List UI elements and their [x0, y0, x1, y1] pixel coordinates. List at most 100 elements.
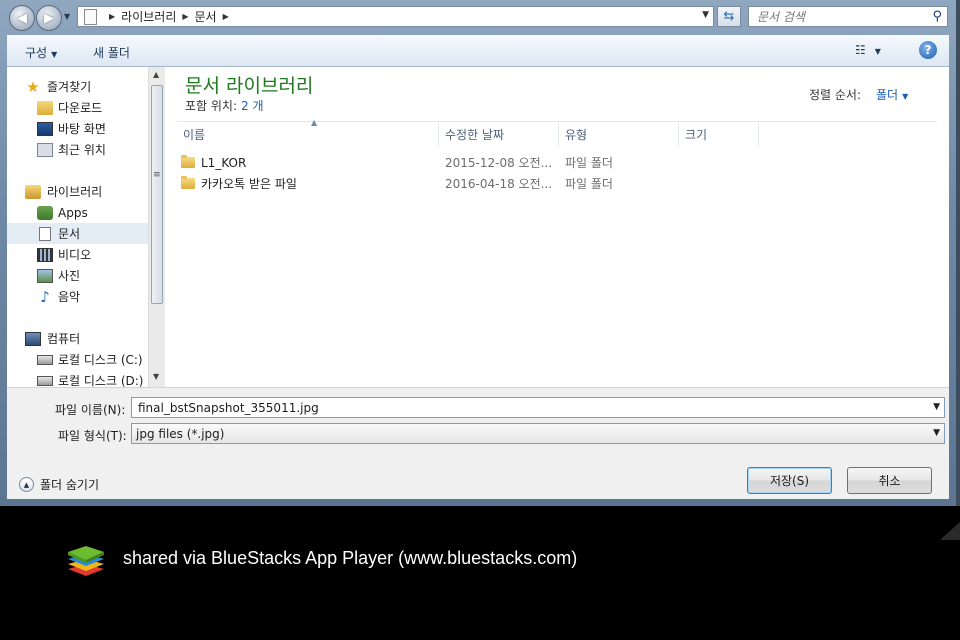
help-button[interactable]: ? — [919, 41, 937, 59]
history-dropdown-icon[interactable]: ▼ — [64, 12, 70, 21]
nav-item-documents[interactable]: 문서 — [7, 223, 148, 244]
music-icon: ♪ — [40, 287, 50, 306]
sort-dropdown[interactable]: 폴더 ▼ — [876, 86, 908, 103]
arrow-right-icon: ▶ — [44, 10, 54, 26]
nav-item-label: Apps — [58, 205, 88, 220]
recent-places-icon — [37, 142, 53, 157]
download-folder-icon — [37, 100, 53, 115]
document-icon — [84, 8, 97, 25]
search-icon[interactable]: ⚲ — [932, 9, 942, 24]
view-list-icon: ☷ — [855, 43, 866, 57]
caret-down-icon: ▼ — [874, 47, 881, 56]
filetype-select[interactable]: jpg files (*.jpg) ▼ — [131, 423, 945, 444]
save-button[interactable]: 저장(S) — [747, 467, 832, 494]
nav-computer-label: 컴퓨터 — [47, 332, 81, 346]
library-icon — [25, 184, 41, 199]
share-caption: shared via BlueStacks App Player (www.bl… — [123, 548, 578, 568]
nav-item-label: 로컬 디스크 (D:) — [58, 374, 144, 387]
help-icon: ? — [924, 43, 932, 57]
chevron-right-icon[interactable]: ▶ — [109, 12, 115, 21]
refresh-icon: ⇆ — [723, 9, 735, 24]
nav-item-label: 바탕 화면 — [58, 122, 106, 136]
library-title: 문서 라이브러리 — [185, 75, 314, 97]
column-size[interactable]: 크기 — [679, 122, 759, 146]
computer-icon — [25, 331, 41, 346]
address-bar[interactable]: ▶ 라이브러리 ▶ 문서 ▶ ▼ — [77, 6, 714, 27]
breadcrumb-documents[interactable]: 문서 — [195, 8, 217, 25]
disk-icon — [37, 375, 53, 386]
nav-item-desktop[interactable]: 바탕 화면 — [7, 118, 148, 139]
nav-favorites[interactable]: ★ 즐겨찾기 — [25, 76, 148, 97]
sort-label: 정렬 순서: — [809, 88, 862, 102]
nav-scrollbar[interactable]: ▲ ≡ ▼ — [148, 67, 165, 387]
includes-link[interactable]: 2 개 — [241, 99, 264, 113]
file-row[interactable]: 카카오톡 받은 파일 2016-04-18 오전... 파일 폴더 — [177, 173, 937, 194]
nav-item-pictures[interactable]: 사진 — [7, 265, 148, 286]
nav-item-apps[interactable]: Apps — [7, 202, 148, 223]
search-input[interactable] — [755, 8, 929, 25]
organize-label: 구성 — [25, 46, 48, 60]
command-toolbar: 구성 ▼ 새 폴더 ☷ ▼ ? — [7, 35, 949, 67]
nav-computer[interactable]: 컴퓨터 — [25, 328, 148, 349]
change-view-button[interactable]: ☷ ▼ — [855, 43, 881, 57]
save-form: 파일 이름(N): ▼ 파일 형식(T): jpg files (*.jpg) … — [7, 387, 949, 499]
column-modified[interactable]: 수정한 날짜 — [439, 122, 559, 146]
file-type: 파일 폴더 — [565, 156, 613, 170]
filename-input[interactable] — [136, 399, 920, 416]
nav-item-video[interactable]: 비디오 — [7, 244, 148, 265]
chevron-right-icon[interactable]: ▶ — [223, 12, 229, 21]
scroll-up-icon[interactable]: ▲ — [153, 70, 159, 79]
chevron-down-icon[interactable]: ▼ — [933, 428, 940, 438]
chevron-right-icon[interactable]: ▶ — [182, 12, 188, 21]
new-folder-button[interactable]: 새 폴더 — [93, 44, 130, 61]
nav-item-label: 다운로드 — [58, 101, 103, 115]
grip-icon: ≡ — [153, 170, 161, 180]
search-box[interactable]: ⚲ — [748, 6, 948, 27]
chevron-down-icon[interactable]: ▼ — [933, 402, 940, 412]
file-name: 카카오톡 받은 파일 — [201, 177, 297, 191]
filename-label: 파일 이름(N): — [55, 403, 126, 417]
nav-item-label: 로컬 디스크 (C:) — [58, 353, 143, 367]
nav-item-drive-c[interactable]: 로컬 디스크 (C:) — [7, 349, 148, 370]
address-dropdown-icon[interactable]: ▼ — [702, 10, 709, 20]
column-type[interactable]: 유형 — [559, 122, 679, 146]
back-button[interactable]: ◀ — [9, 5, 35, 31]
column-name[interactable]: 이름 — [177, 122, 439, 146]
organize-button[interactable]: 구성 ▼ — [25, 44, 57, 61]
file-name-cell[interactable]: L1_KOR — [177, 152, 246, 173]
nav-item-label: 음악 — [58, 290, 81, 304]
folder-icon — [181, 155, 195, 168]
nav-item-label: 사진 — [58, 269, 81, 283]
file-name-cell[interactable]: 카카오톡 받은 파일 — [177, 173, 297, 194]
bluestacks-logo-icon — [68, 546, 104, 576]
filetype-value: jpg files (*.jpg) — [136, 426, 225, 441]
forward-button[interactable]: ▶ — [36, 5, 62, 31]
hide-folders-toggle[interactable]: ▲ 폴더 숨기기 — [19, 476, 99, 493]
desktop-icon — [37, 121, 53, 136]
apps-icon — [37, 205, 53, 220]
resize-grip-icon[interactable] — [940, 522, 960, 540]
scroll-down-icon[interactable]: ▼ — [153, 372, 159, 381]
caret-down-icon: ▼ — [902, 92, 909, 101]
nav-item-label: 문서 — [58, 227, 81, 241]
hide-folders-label: 폴더 숨기기 — [40, 478, 100, 492]
nav-item-music[interactable]: ♪ 음악 — [7, 286, 148, 307]
filename-combobox[interactable]: ▼ — [131, 397, 945, 418]
cancel-button[interactable]: 취소 — [847, 467, 932, 494]
refresh-button[interactable]: ⇆ — [717, 6, 741, 27]
nav-item-label: 비디오 — [58, 248, 92, 262]
nav-item-recent[interactable]: 최근 위치 — [7, 139, 148, 160]
scrollbar-thumb[interactable] — [151, 85, 163, 304]
file-row[interactable]: L1_KOR 2015-12-08 오전... 파일 폴더 — [177, 152, 937, 173]
sort-value: 폴더 — [876, 88, 899, 102]
save-dialog: ◀ ▶ ▼ ▶ 라이브러리 ▶ 문서 ▶ ▼ ⇆ ⚲ 구성▼ 새 폴더 ☷▼ ? — [0, 0, 960, 506]
pictures-icon — [37, 268, 53, 283]
nav-item-downloads[interactable]: 다운로드 — [7, 97, 148, 118]
disk-icon — [37, 354, 53, 365]
breadcrumb-libraries[interactable]: 라이브러리 — [121, 8, 176, 25]
folder-icon — [181, 176, 195, 189]
address-row: ◀ ▶ ▼ ▶ 라이브러리 ▶ 문서 ▶ ▼ ⇆ ⚲ — [0, 0, 956, 34]
nav-libraries-label: 라이브러리 — [47, 185, 103, 199]
nav-libraries[interactable]: 라이브러리 — [25, 181, 148, 202]
nav-item-drive-d[interactable]: 로컬 디스크 (D:) — [7, 370, 148, 387]
